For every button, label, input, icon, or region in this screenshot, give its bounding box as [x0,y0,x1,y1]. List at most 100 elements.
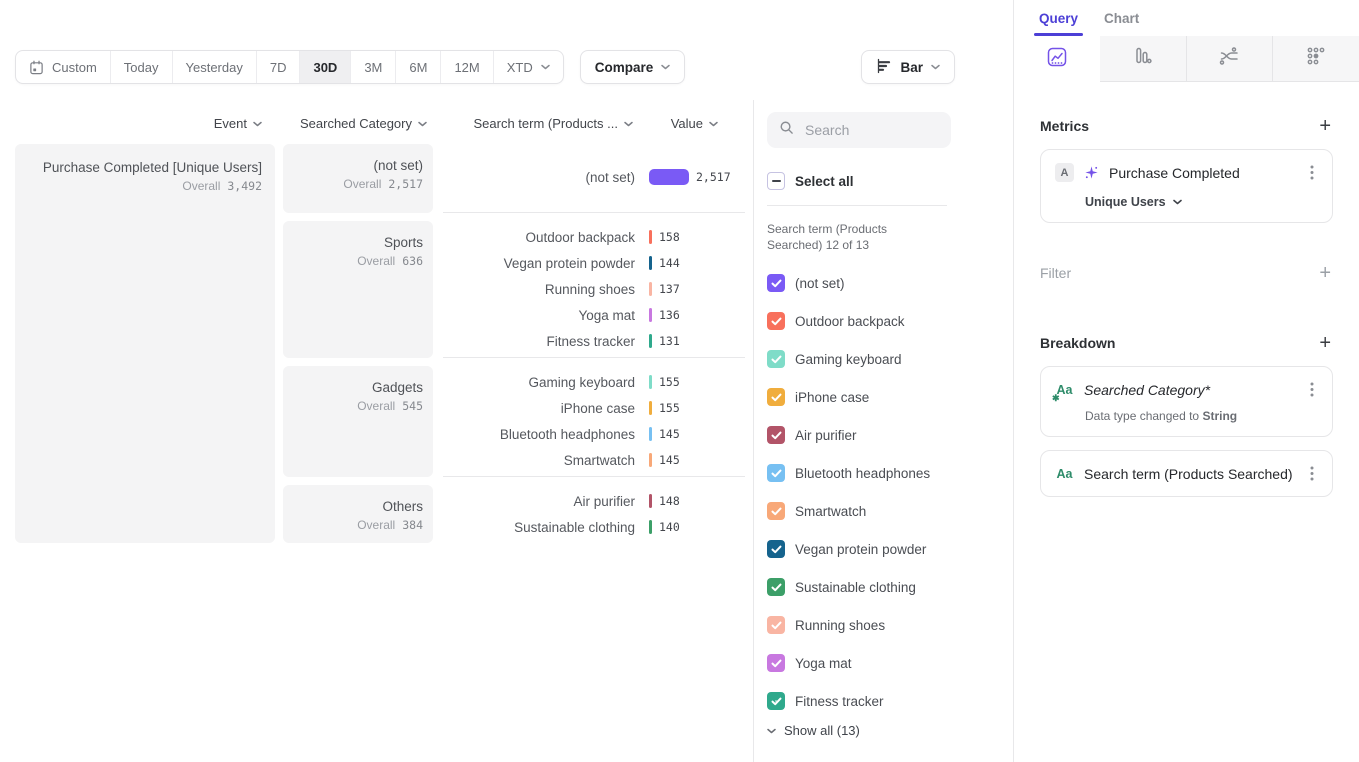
legend-item-running-shoes[interactable]: Running shoes [767,606,1013,644]
legend-item-gaming-keyboard[interactable]: Gaming keyboard [767,340,1013,378]
value-bar [649,334,652,348]
view-tab-retention[interactable] [1272,36,1359,82]
legend-checkbox[interactable] [767,388,785,406]
date-range-6m[interactable]: 6M [396,51,441,83]
legend-item-smartwatch[interactable]: Smartwatch [767,492,1013,530]
table-row-sustainable-clothing[interactable]: Sustainable clothing140 [443,514,745,540]
table-row-running-shoes[interactable]: Running shoes137 [443,276,745,302]
date-range-yesterday[interactable]: Yesterday [173,51,257,83]
table-row-yoga-mat[interactable]: Yoga mat136 [443,302,745,328]
tab-query[interactable]: Query [1039,0,1078,36]
select-all-checkbox[interactable] [767,172,785,190]
legend-checkbox[interactable] [767,540,785,558]
column-header-event-label: Event [214,116,247,131]
breakdown-card-searched-category[interactable]: Aa✱ Searched Category* Data type changed… [1040,366,1333,437]
tab-chart[interactable]: Chart [1104,0,1139,36]
add-filter-button[interactable]: + [1317,263,1333,283]
legend-checkbox[interactable] [767,464,785,482]
column-header-search-term[interactable]: Search term (Products ... [474,116,634,131]
view-type-tabs [1014,36,1359,82]
modified-star-icon: ✱ [1052,393,1060,404]
event-name: Purchase Completed [Unique Users] [28,160,262,175]
date-range-xtd[interactable]: XTD [494,51,563,83]
date-range-group: CustomTodayYesterday7D30D3M 6M 12MXTD [15,50,564,84]
overall-label: Overall [182,179,220,193]
value-bar [649,453,652,467]
add-breakdown-button[interactable]: + [1317,333,1333,353]
chart-type-selector[interactable]: Bar [861,50,955,84]
view-tab-bar-chart[interactable] [1100,36,1186,82]
date-range-30d[interactable]: 30D [300,51,351,83]
legend-checkbox[interactable] [767,426,785,444]
metric-menu-kebab-icon[interactable] [1306,163,1318,182]
legend-item-sustainable-clothing[interactable]: Sustainable clothing [767,568,1013,606]
legend-item-iphone-case[interactable]: iPhone case [767,378,1013,416]
view-tab-flows[interactable] [1186,36,1273,82]
category-cell-not-set[interactable]: (not set)Overall2,517 [283,144,433,213]
column-header-value[interactable]: Value [671,116,718,131]
filter-section-title: Filter [1040,265,1071,281]
category-cell-sports[interactable]: SportsOverall636 [283,221,433,358]
legend-checkbox[interactable] [767,274,785,292]
breakdown-section-title: Breakdown [1040,335,1115,351]
category-overall: Overall384 [293,518,423,532]
table-row-smartwatch[interactable]: Smartwatch145 [443,447,745,473]
legend-search-input[interactable] [803,121,939,139]
table-row-vegan-protein-powder[interactable]: Vegan protein powder144 [443,250,745,276]
select-all-row[interactable]: Select all [767,169,1013,193]
event-cell[interactable]: Purchase Completed [Unique Users] Overal… [15,144,275,543]
date-range-today[interactable]: Today [111,51,173,83]
breakdown-menu-kebab-icon[interactable] [1306,380,1318,399]
column-header-searched-category[interactable]: Searched Category [300,116,427,131]
table-row-gaming-keyboard[interactable]: Gaming keyboard155 [443,369,745,395]
compare-button[interactable]: Compare [580,50,686,84]
flows-icon [1217,45,1241,72]
measure-selector[interactable]: Unique Users [1085,195,1318,209]
legend-item-vegan-protein-powder[interactable]: Vegan protein powder [767,530,1013,568]
view-tab-insights[interactable] [1014,36,1100,82]
legend-checkbox[interactable] [767,578,785,596]
date-range-7d[interactable]: 7D [257,51,301,83]
breakdown-menu-kebab-icon[interactable] [1306,464,1318,483]
value-label: 144 [659,256,680,270]
breakdown-card-search-term[interactable]: Aa Search term (Products Searched) [1040,450,1333,497]
legend-item-bluetooth-headphones[interactable]: Bluetooth headphones [767,454,1013,492]
table-row-bluetooth-headphones[interactable]: Bluetooth headphones145 [443,421,745,447]
show-all-toggle[interactable]: Show all (13) [767,723,1013,738]
legend-checkbox[interactable] [767,502,785,520]
table-group-not-set: (not set)Overall2,517 (not set)2,517 [283,144,745,213]
report-region: CustomTodayYesterday7D30D3M 6M 12MXTD Comp… [0,0,1013,762]
category-cell-others[interactable]: OthersOverall384 [283,485,433,543]
add-metric-button[interactable]: + [1317,116,1333,136]
table-row-outdoor-backpack[interactable]: Outdoor backpack158 [443,224,745,250]
date-range-12m[interactable]: 12M [441,51,493,83]
category-cell-gadgets[interactable]: GadgetsOverall545 [283,366,433,477]
legend-item-yoga-mat[interactable]: Yoga mat [767,644,1013,682]
table-row-fitness-tracker[interactable]: Fitness tracker131 [443,328,745,354]
legend-item-fitness-tracker[interactable]: Fitness tracker [767,682,1013,720]
legend-checkbox[interactable] [767,616,785,634]
metric-card[interactable]: A Purchase Completed Unique Users [1040,149,1333,223]
table-row-not-set[interactable]: (not set)2,517 [443,164,745,190]
legend-item-air-purifier[interactable]: Air purifier [767,416,1013,454]
legend-item-label: Vegan protein powder [795,542,926,557]
term-label: Gaming keyboard [443,375,635,390]
column-header-term-label: Search term (Products ... [474,116,619,131]
legend-checkbox[interactable] [767,350,785,368]
legend-checkbox[interactable] [767,692,785,710]
date-range-3m[interactable]: 3M [351,51,396,83]
legend-item-label: Bluetooth headphones [795,466,930,481]
date-range-label: 6M [409,60,427,75]
term-label: Running shoes [443,282,635,297]
column-header-event[interactable]: Event [214,116,262,131]
legend-item-outdoor-backpack[interactable]: Outdoor backpack [767,302,1013,340]
chevron-down-icon [253,121,262,127]
legend-item-not-set[interactable]: (not set) [767,264,1013,302]
date-range-custom[interactable]: Custom [16,51,111,83]
legend-checkbox[interactable] [767,654,785,672]
table-row-iphone-case[interactable]: iPhone case155 [443,395,745,421]
legend-checkbox[interactable] [767,312,785,330]
table-group-gadgets: GadgetsOverall545 Gaming keyboard155iPhon… [283,366,745,477]
table-row-air-purifier[interactable]: Air purifier148 [443,488,745,514]
column-header-category-label: Searched Category [300,116,412,131]
